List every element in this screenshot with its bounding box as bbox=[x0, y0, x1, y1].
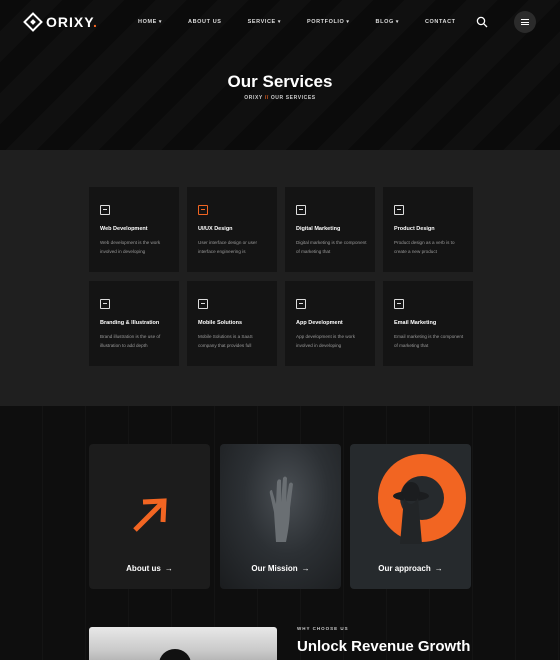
service-card-digital-marketing[interactable]: Digital Marketing Digital marketing is t… bbox=[285, 187, 375, 272]
logo-icon bbox=[23, 12, 43, 32]
arrow-right-icon: → bbox=[301, 564, 310, 573]
nav-item-home[interactable]: HOME ▾ bbox=[138, 19, 162, 25]
brand-logo[interactable]: ORIXY. bbox=[23, 12, 98, 32]
service-card-product-design[interactable]: Product Design Product design as a verb … bbox=[383, 187, 473, 272]
service-card-app-development[interactable]: App Development App development is the w… bbox=[285, 281, 375, 366]
service-description: Mobile Solutions is a SaaS company that … bbox=[198, 334, 253, 348]
breadcrumb-current: OUR SERVICES bbox=[270, 95, 316, 101]
our-approach-link[interactable]: Our approach → bbox=[350, 564, 471, 573]
chevron-down-icon: ▾ bbox=[158, 19, 163, 25]
service-title: Email Marketing bbox=[394, 320, 437, 326]
service-card-email-marketing[interactable]: Email Marketing Email marketing is the c… bbox=[383, 281, 473, 366]
person-with-hat-image bbox=[393, 482, 429, 544]
arrow-right-icon: → bbox=[164, 564, 173, 573]
arrow-up-right-icon bbox=[133, 498, 167, 532]
chevron-down-icon: ▾ bbox=[346, 19, 350, 25]
brand-name: ORIXY. bbox=[46, 14, 98, 30]
nav-item-contact[interactable]: CONTACT bbox=[425, 19, 456, 25]
ui-window-icon bbox=[198, 205, 208, 215]
hand-image bbox=[269, 476, 293, 542]
breadcrumb: ORIXY//OUR SERVICES bbox=[0, 95, 560, 101]
service-title: Digital Marketing bbox=[296, 226, 341, 232]
email-icon bbox=[394, 299, 404, 309]
our-mission-link[interactable]: Our Mission → bbox=[220, 564, 341, 573]
nav-item-portfolio[interactable]: PORTFOLIO ▾ bbox=[307, 19, 350, 25]
service-description: App development is the work involved in … bbox=[296, 334, 355, 348]
chevron-down-icon: ▾ bbox=[277, 19, 281, 25]
team-photo bbox=[89, 627, 277, 660]
service-description: Email marketing is the component of mark… bbox=[394, 334, 464, 348]
service-description: Product design as a verb is to create a … bbox=[394, 240, 455, 254]
service-description: Web development is the work involved in … bbox=[100, 240, 161, 254]
breadcrumb-home[interactable]: ORIXY bbox=[244, 95, 263, 101]
hamburger-icon bbox=[521, 19, 529, 25]
main-nav: HOME ▾ ABOUT US SERVICE ▾ PORTFOLIO ▾ BLOG ▾… bbox=[138, 19, 482, 25]
our-approach-panel[interactable]: Our approach → bbox=[350, 444, 471, 589]
nav-item-about[interactable]: ABOUT US bbox=[188, 19, 222, 25]
nav-item-service[interactable]: SERVICE ▾ bbox=[248, 19, 281, 25]
service-title: App Development bbox=[296, 320, 343, 326]
service-description: User interface design or user interface … bbox=[198, 240, 257, 254]
about-us-panel[interactable]: About us → bbox=[89, 444, 210, 589]
service-card-mobile-solutions[interactable]: Mobile Solutions Mobile Solutions is a S… bbox=[187, 281, 277, 366]
breadcrumb-separator: // bbox=[264, 95, 269, 101]
service-card-ui-ux-design[interactable]: UI/UX Design User interface design or us… bbox=[187, 187, 277, 272]
our-mission-panel[interactable]: Our Mission → bbox=[220, 444, 341, 589]
service-title: Branding & Illustration bbox=[100, 320, 160, 326]
service-description: Digital marketing is the component of ma… bbox=[296, 240, 367, 254]
service-title: Web Development bbox=[100, 226, 148, 232]
service-card-branding-illustration[interactable]: Branding & Illustration Brand illustrati… bbox=[89, 281, 179, 366]
section-eyebrow: WHY CHOOSE US bbox=[297, 626, 349, 631]
about-us-link[interactable]: About us → bbox=[89, 564, 210, 573]
section-headline: Unlock Revenue Growth bbox=[297, 638, 471, 655]
app-icon bbox=[296, 299, 306, 309]
service-title: Mobile Solutions bbox=[198, 320, 242, 326]
code-window-icon bbox=[100, 205, 110, 215]
nav-item-blog[interactable]: BLOG ▾ bbox=[376, 19, 399, 25]
menu-button[interactable] bbox=[514, 11, 536, 33]
marketing-icon bbox=[296, 205, 306, 215]
page-title: Our Services bbox=[227, 72, 333, 91]
service-title: UI/UX Design bbox=[198, 226, 233, 232]
document-icon bbox=[100, 299, 110, 309]
chevron-down-icon: ▾ bbox=[395, 19, 399, 25]
page-hero: ORIXY. HOME ▾ ABOUT US SERVICE ▾ PORTFOLIO… bbox=[0, 0, 560, 150]
service-title: Product Design bbox=[394, 226, 435, 232]
monitor-gear-icon bbox=[198, 299, 208, 309]
monitor-icon bbox=[394, 205, 404, 215]
arrow-right-icon: → bbox=[434, 564, 443, 573]
search-icon[interactable] bbox=[476, 16, 488, 28]
services-section: Web Development Web development is the w… bbox=[0, 150, 560, 406]
service-card-web-development[interactable]: Web Development Web development is the w… bbox=[89, 187, 179, 272]
person-silhouette bbox=[159, 649, 191, 660]
service-description: Brand illustration is the use of illustr… bbox=[100, 334, 161, 348]
